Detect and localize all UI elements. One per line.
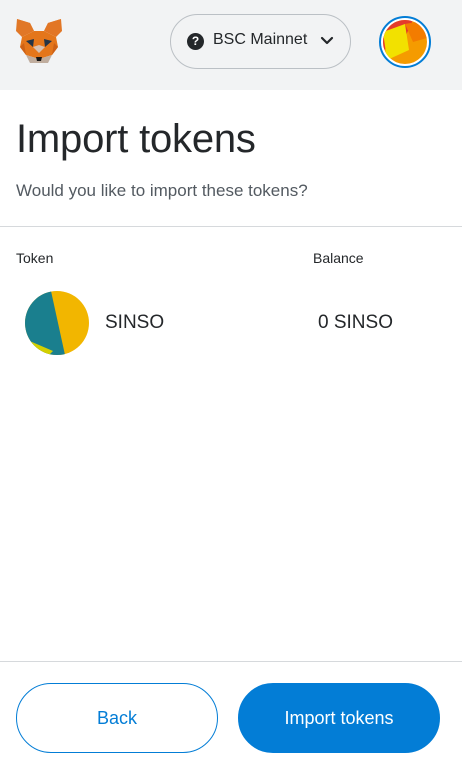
token-row: SINSO 0 SINSO bbox=[0, 285, 462, 361]
import-tokens-screen: ? BSC Mainnet Import tokens Would you li… bbox=[0, 0, 462, 780]
column-header-balance: Balance bbox=[313, 250, 364, 266]
token-symbol: SINSO bbox=[105, 312, 165, 333]
chevron-down-icon bbox=[320, 36, 334, 45]
column-header-token: Token bbox=[16, 250, 54, 266]
page-title: Import tokens bbox=[16, 117, 256, 161]
metamask-fox-icon[interactable] bbox=[14, 17, 64, 65]
import-tokens-button[interactable]: Import tokens bbox=[238, 683, 440, 753]
account-identicon bbox=[383, 20, 427, 64]
question-icon: ? bbox=[187, 33, 204, 50]
token-balance: 0 SINSO bbox=[318, 312, 393, 333]
account-avatar[interactable] bbox=[379, 16, 431, 68]
page-subtitle: Would you like to import these tokens? bbox=[16, 181, 308, 200]
token-identicon bbox=[25, 291, 89, 355]
network-label: BSC Mainnet bbox=[213, 31, 308, 48]
divider bbox=[0, 226, 462, 227]
app-header: ? BSC Mainnet bbox=[0, 0, 462, 90]
divider bbox=[0, 661, 462, 662]
back-button[interactable]: Back bbox=[16, 683, 218, 753]
